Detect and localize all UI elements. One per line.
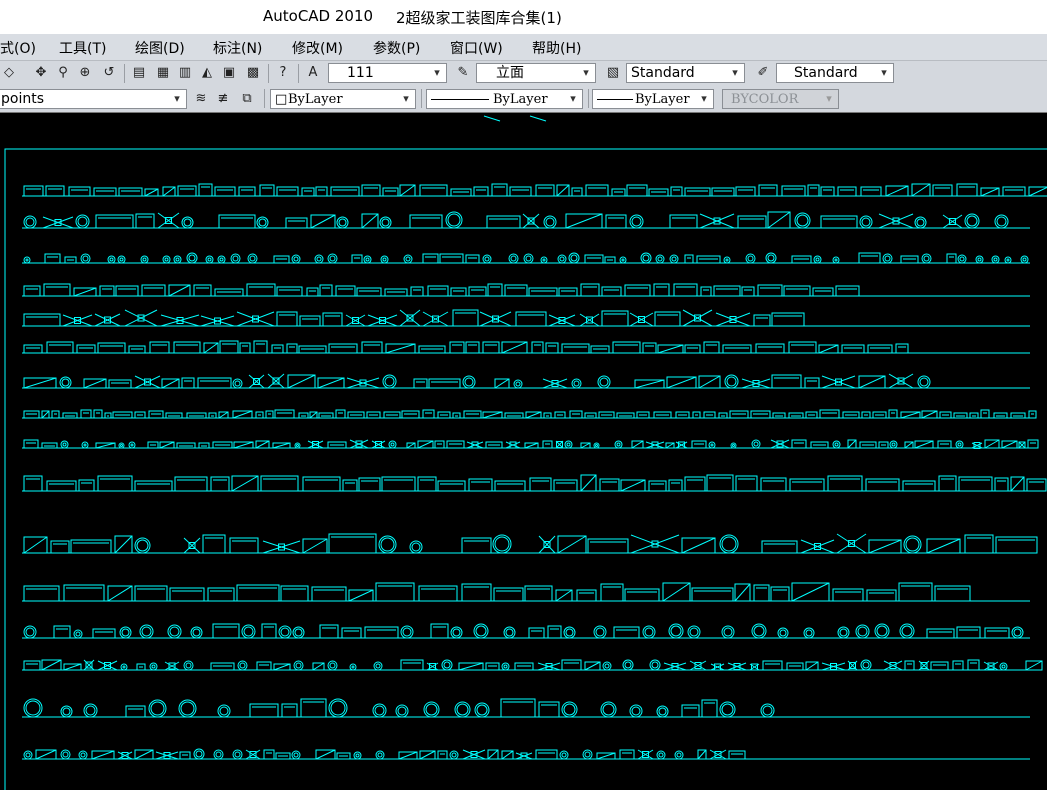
dim-style-select[interactable]: Standard ▾ — [776, 63, 894, 83]
color-select[interactable]: □ ByLayer ▾ — [270, 89, 416, 109]
sheet-set-icon[interactable]: ◭ — [198, 64, 216, 82]
color-swatch-icon: □ — [275, 92, 288, 107]
layer-select[interactable]: points ▾ — [0, 89, 187, 109]
chevron-icon[interactable]: ◇ — [0, 64, 18, 82]
tool-palettes-icon[interactable]: ▥ — [176, 64, 194, 82]
text-style-manager-icon[interactable]: ▧ — [604, 64, 622, 82]
markup-icon[interactable]: ▣ — [220, 64, 238, 82]
zoom-previous-icon[interactable]: ↺ — [100, 64, 118, 82]
annotation-scale-select[interactable]: 111 ▾ — [328, 63, 447, 83]
menu-modify[interactable]: 修改(M) — [292, 38, 343, 58]
menu-bar: 式(O) 工具(T) 绘图(D) 标注(N) 修改(M) 参数(P) 窗口(W)… — [0, 34, 1047, 61]
chevron-down-icon: ▾ — [570, 92, 576, 105]
menu-draw[interactable]: 绘图(D) — [135, 38, 185, 58]
layers-toolbar: points ▾ ≋ ≢ ⧉ □ ByLayer ▾ ByLayer ▾ ByL… — [0, 86, 1047, 113]
menu-format[interactable]: 式(O) — [0, 38, 36, 58]
chevron-down-icon: ▾ — [403, 92, 409, 105]
menu-dimension[interactable]: 标注(N) — [213, 38, 262, 58]
pan-icon[interactable]: ✥ — [32, 64, 50, 82]
document-title: 2超级家工装图库合集(1) — [396, 9, 562, 27]
design-center-icon[interactable]: ▦ — [154, 64, 172, 82]
app-title: AutoCAD 2010 — [263, 7, 374, 25]
standard-toolbar: ◇ ✥ ⚲ ⊕ ↺ ▤ ▦ ▥ ◭ ▣ ▩ ? A 111 ▾ ✎ 立面 ▾ ▧… — [0, 61, 1047, 87]
chevron-down-icon: ▾ — [701, 92, 707, 105]
zoom-realtime-icon[interactable]: ⚲ — [54, 64, 72, 82]
menu-parametric[interactable]: 参数(P) — [373, 38, 420, 58]
drawing-canvas[interactable] — [0, 113, 1047, 790]
layer-manager-icon[interactable]: ≋ — [192, 90, 210, 108]
line-preview — [431, 99, 489, 100]
lineweight-select[interactable]: ByLayer ▾ — [592, 89, 714, 109]
chevron-down-icon: ▾ — [583, 66, 589, 79]
text-style-select[interactable]: Standard ▾ — [626, 63, 745, 83]
plotstyle-select: BYCOLOR ▾ — [722, 89, 839, 109]
help-icon[interactable]: ? — [274, 64, 292, 82]
chevron-down-icon: ▾ — [732, 66, 738, 79]
chevron-down-icon: ▾ — [826, 92, 832, 105]
layer-previous-icon[interactable]: ⧉ — [238, 90, 256, 108]
menu-window[interactable]: 窗口(W) — [450, 38, 503, 58]
dimension-style-icon[interactable]: ✎ — [454, 64, 472, 82]
text-style-icon[interactable]: A — [304, 64, 322, 82]
make-current-icon[interactable]: ≢ — [214, 90, 232, 108]
chevron-down-icon: ▾ — [174, 92, 180, 105]
title-bar: AutoCAD 2010 2超级家工装图库合集(1) — [0, 0, 1047, 34]
chevron-down-icon: ▾ — [881, 66, 887, 79]
menu-help[interactable]: 帮助(H) — [532, 38, 581, 58]
cad-block-library-drawing — [4, 115, 1047, 790]
zoom-window-icon[interactable]: ⊕ — [76, 64, 94, 82]
lineweight-preview — [597, 99, 633, 100]
calculator-icon[interactable]: ▩ — [244, 64, 262, 82]
view-select[interactable]: 立面 ▾ — [476, 63, 596, 83]
dim-style-manager-icon[interactable]: ✐ — [754, 64, 772, 82]
block-symbols — [4, 115, 1047, 790]
linetype-select[interactable]: ByLayer ▾ — [426, 89, 583, 109]
properties-icon[interactable]: ▤ — [130, 64, 148, 82]
chevron-down-icon: ▾ — [434, 66, 440, 79]
menu-tools[interactable]: 工具(T) — [59, 38, 106, 58]
